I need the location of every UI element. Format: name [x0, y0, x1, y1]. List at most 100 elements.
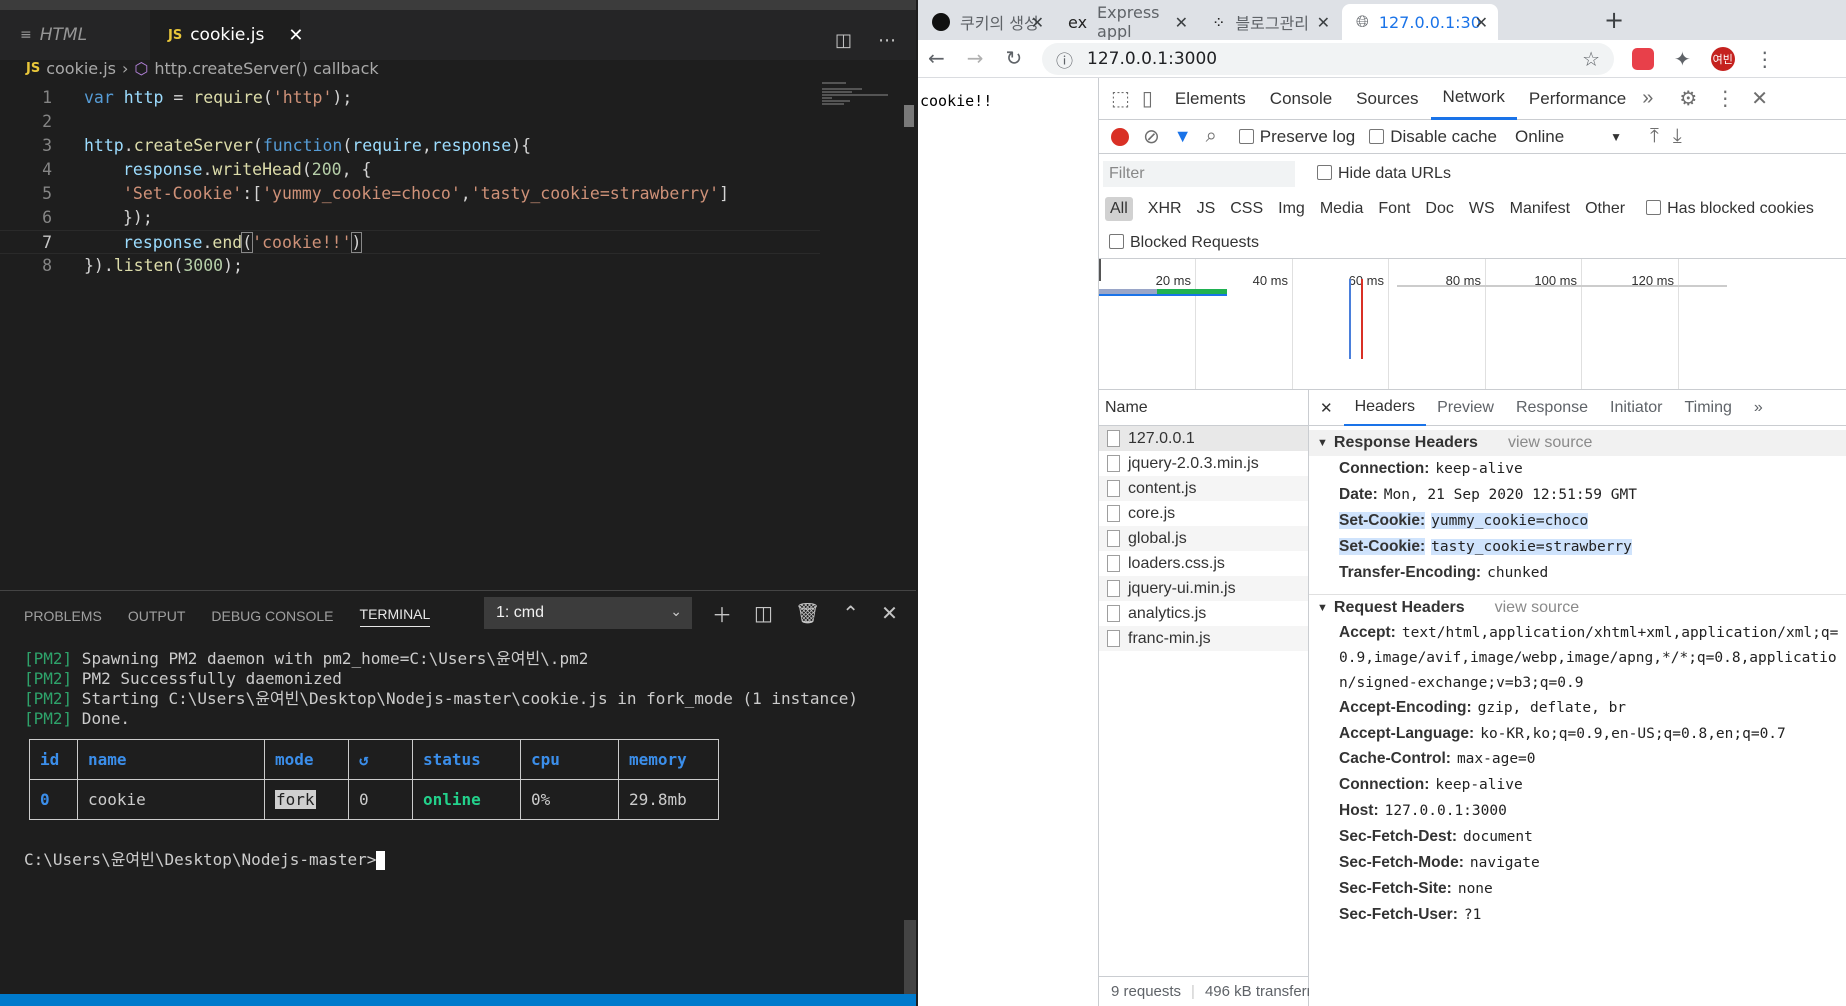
hide-data-urls-checkbox[interactable]: Hide data URLs [1317, 165, 1451, 183]
info-icon[interactable]: ⓘ [1056, 47, 1073, 72]
breadcrumb-file[interactable]: cookie.js [46, 59, 116, 78]
view-source-link[interactable]: view source [1508, 434, 1592, 452]
terminal-line: [PM2] Done. [24, 709, 904, 729]
blocked-requests-checkbox[interactable]: Blocked Requests [1109, 234, 1259, 252]
more-tabs-icon[interactable]: » [1743, 390, 1774, 426]
tab-debug-console[interactable]: DEBUG CONSOLE [211, 608, 333, 624]
split-terminal-icon[interactable]: ◫ [754, 601, 773, 625]
request-row[interactable]: loaders.css.js [1099, 551, 1308, 576]
view-source-link[interactable]: view source [1495, 599, 1579, 617]
type-filter[interactable]: Media [1320, 200, 1364, 218]
breadcrumb-symbol[interactable]: http.createServer() callback [154, 59, 378, 78]
tab-output[interactable]: OUTPUT [128, 608, 186, 624]
request-row[interactable]: franc-min.js [1099, 626, 1308, 651]
tab-html[interactable]: ≡ HTML [0, 10, 150, 60]
has-blocked-cookies-checkbox[interactable]: Has blocked cookies [1646, 200, 1814, 218]
throttle-select[interactable]: Online ▼ [1515, 127, 1622, 147]
response-headers-section[interactable]: ▼ Response Headers view source [1309, 430, 1846, 456]
request-row[interactable]: global.js [1099, 526, 1308, 551]
close-tab-icon[interactable]: ✕ [1175, 13, 1188, 32]
close-tab-icon[interactable]: ✕ [288, 25, 303, 46]
record-icon[interactable] [1111, 127, 1129, 146]
close-devtools-icon[interactable]: ✕ [1751, 86, 1768, 111]
tab-terminal[interactable]: TERMINAL [359, 606, 431, 627]
type-filter[interactable]: Other [1585, 200, 1625, 218]
request-row[interactable]: 127.0.0.1 [1099, 426, 1308, 451]
extension-icon[interactable] [1632, 48, 1654, 70]
close-panel-icon[interactable]: ✕ [881, 601, 898, 625]
editor-scrollbar[interactable] [904, 105, 914, 127]
kebab-menu-icon[interactable]: ⋮ [1715, 86, 1735, 111]
close-tab-icon[interactable]: ✕ [1475, 13, 1488, 32]
search-icon[interactable]: ⌕ [1206, 125, 1217, 148]
request-row[interactable]: analytics.js [1099, 601, 1308, 626]
more-tabs-icon[interactable]: » [1642, 87, 1653, 110]
type-filter-all[interactable]: All [1105, 197, 1133, 221]
preserve-log-checkbox[interactable]: Preserve log [1238, 127, 1355, 147]
name-column-header[interactable]: Name [1099, 390, 1308, 426]
reload-icon[interactable]: ↻ [1006, 46, 1023, 70]
request-name: loaders.css.js [1128, 554, 1225, 572]
browser-tab[interactable]: 쿠키의 생성 ✕ [918, 4, 1054, 40]
forward-icon[interactable]: → [967, 46, 984, 70]
type-filter[interactable]: JS [1197, 200, 1216, 218]
disable-cache-checkbox[interactable]: Disable cache [1369, 127, 1497, 147]
type-filter[interactable]: Font [1378, 200, 1410, 218]
terminal-select[interactable]: 1: cmd ⌄ [484, 597, 692, 629]
tab-network[interactable]: Network [1430, 78, 1517, 120]
type-filter[interactable]: Doc [1425, 200, 1453, 218]
terminal-output[interactable]: [PM2] Spawning PM2 daemon with pm2_home=… [24, 649, 904, 870]
type-filter[interactable]: WS [1469, 200, 1495, 218]
tab-elements[interactable]: Elements [1163, 78, 1258, 120]
filter-icon[interactable]: ▼ [1174, 126, 1192, 147]
browser-tab-active[interactable]: 🌐︎ 127.0.0.1:30 ✕ [1342, 4, 1498, 40]
browser-tab[interactable]: ex Express appl ✕ [1054, 3, 1198, 41]
tab-sources[interactable]: Sources [1344, 78, 1430, 120]
network-overview-timeline[interactable]: 20 ms 40 ms 60 ms 80 ms 100 ms 120 ms [1099, 258, 1846, 390]
tab-initiator[interactable]: Initiator [1599, 390, 1673, 426]
type-filter[interactable]: CSS [1230, 200, 1263, 218]
close-tab-icon[interactable]: ✕ [1317, 13, 1330, 32]
tab-preview[interactable]: Preview [1426, 390, 1505, 426]
tab-response[interactable]: Response [1505, 390, 1599, 426]
new-tab-button[interactable]: + [1604, 6, 1624, 34]
minimap[interactable] [822, 80, 902, 110]
clear-icon[interactable]: ⊘ [1143, 124, 1160, 149]
device-toolbar-icon[interactable]: ▯ [1142, 86, 1153, 111]
close-tab-icon[interactable]: ✕ [1031, 13, 1044, 32]
type-filter[interactable]: Manifest [1510, 200, 1570, 218]
filter-input[interactable]: Filter [1103, 161, 1295, 187]
request-headers-section[interactable]: ▼ Request Headers view source [1309, 594, 1846, 620]
tab-cookie-js[interactable]: JS cookie.js ✕ [150, 10, 303, 60]
inspect-element-icon[interactable]: ⬚ [1111, 86, 1130, 111]
trash-icon[interactable]: 🗑 [795, 601, 820, 625]
code-editor[interactable]: 1 var http = require('http'); 2 3 http.cre… [0, 80, 916, 590]
browser-tab[interactable]: ⁘ 블로그관리 ✕ [1198, 4, 1340, 40]
maximize-panel-icon[interactable]: ⌃ [842, 601, 859, 625]
split-editor-icon[interactable]: ◫ [835, 30, 852, 51]
address-bar[interactable]: ⓘ 127.0.0.1:3000 ☆ [1042, 43, 1614, 75]
tab-headers[interactable]: Headers [1343, 390, 1427, 426]
back-icon[interactable]: ← [928, 46, 945, 70]
tab-console[interactable]: Console [1258, 78, 1344, 120]
new-terminal-icon[interactable]: ＋ [712, 599, 732, 628]
request-row[interactable]: core.js [1099, 501, 1308, 526]
menu-dots-icon[interactable]: ⋮ [1755, 47, 1775, 71]
tab-performance[interactable]: Performance [1517, 78, 1638, 120]
tab-timing[interactable]: Timing [1673, 390, 1742, 426]
request-row[interactable]: jquery-ui.min.js [1099, 576, 1308, 601]
tab-problems[interactable]: PROBLEMS [24, 608, 102, 624]
request-row[interactable]: content.js [1099, 476, 1308, 501]
avatar[interactable]: 여빈 [1710, 47, 1735, 71]
import-har-icon[interactable]: ⤒ [1650, 125, 1659, 148]
type-filter[interactable]: Img [1278, 200, 1305, 218]
export-har-icon[interactable]: ⤓ [1673, 125, 1682, 148]
panel-scrollbar[interactable] [904, 920, 916, 994]
type-filter[interactable]: XHR [1148, 200, 1182, 218]
more-actions-icon[interactable]: ⋯ [878, 30, 896, 51]
bookmark-star-icon[interactable]: ☆ [1582, 47, 1600, 71]
gear-icon[interactable]: ⚙ [1679, 86, 1697, 111]
puzzle-icon[interactable]: ✦ [1674, 47, 1691, 71]
request-row[interactable]: jquery-2.0.3.min.js [1099, 451, 1308, 476]
close-detail-icon[interactable]: ✕ [1309, 390, 1344, 426]
